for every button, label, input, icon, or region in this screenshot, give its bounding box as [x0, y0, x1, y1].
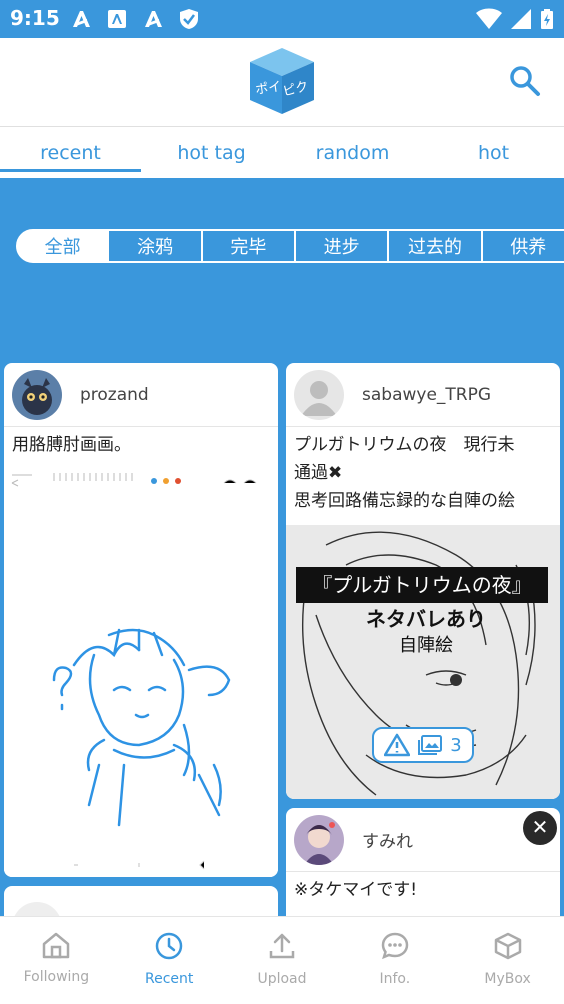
signal-icon — [511, 9, 531, 29]
status-bar: 9:15 — [0, 0, 564, 38]
category-finished[interactable]: 完毕 — [202, 229, 296, 263]
post-card[interactable]: sabawye_TRPG プルガトリウムの夜 現行未 通過✖ 思考回路備忘録的な… — [286, 363, 560, 799]
post-username[interactable]: prozand — [80, 385, 149, 405]
app-notification-icon — [70, 8, 92, 30]
caption-line: プルガトリウムの夜 現行未 — [294, 435, 515, 455]
nav-label: Info. — [379, 971, 411, 987]
nav-label: MyBox — [484, 971, 531, 987]
app-notification-icon-3 — [142, 8, 164, 30]
post-username[interactable]: すみれ — [362, 827, 413, 852]
nav-info[interactable]: Info. — [338, 917, 451, 1004]
caption-line: 思考回路備忘録的な自陣の絵 — [294, 491, 515, 511]
status-time: 9:15 — [10, 6, 60, 30]
category-past[interactable]: 过去的 — [389, 229, 483, 263]
post-username[interactable]: sabawye_TRPG — [362, 385, 491, 405]
clock-icon — [155, 932, 183, 960]
nav-following[interactable]: Following — [0, 917, 113, 1004]
chat-icon — [381, 932, 409, 960]
post-caption: 用胳膊肘画画。 — [12, 435, 131, 455]
image-title-banner: 『プルガトリウムの夜』 — [296, 567, 548, 603]
post-header: すみれ — [286, 808, 560, 872]
search-icon — [510, 66, 540, 96]
warning-icon — [384, 733, 411, 757]
category-all[interactable]: 全部 — [16, 229, 110, 263]
notification-icons — [70, 8, 200, 30]
app-notification-icon-2 — [106, 8, 128, 30]
avatar[interactable] — [294, 814, 344, 865]
tab-hot[interactable]: hot — [423, 127, 564, 178]
caption-line: 通過✖ — [294, 463, 343, 483]
image-subtitle-2: 自陣絵 — [399, 635, 453, 656]
close-icon: ✕ — [531, 815, 549, 839]
images-icon — [418, 735, 443, 755]
wifi-icon — [476, 8, 502, 29]
tab-random[interactable]: random — [282, 127, 423, 178]
image-badge[interactable]: 3 — [372, 727, 474, 763]
upload-icon — [269, 933, 295, 959]
app-header: ポイ ピク — [0, 38, 564, 126]
category-offering[interactable]: 供养 — [482, 229, 564, 263]
nav-label: Recent — [145, 971, 194, 987]
post-card[interactable]: すみれ ※タケマイです! — [286, 808, 560, 928]
nav-upload[interactable]: Upload — [226, 917, 339, 1004]
nav-recent[interactable]: Recent — [113, 917, 226, 1004]
box-icon — [494, 932, 521, 960]
avatar[interactable] — [294, 369, 344, 420]
image-count: 3 — [450, 734, 462, 756]
category-doodle[interactable]: 涂鸦 — [109, 229, 203, 263]
post-header: sabawye_TRPG — [286, 363, 560, 427]
battery-icon — [541, 9, 553, 29]
post-image[interactable] — [4, 465, 278, 877]
post-caption: プルガトリウムの夜 現行未 通過✖ 思考回路備忘録的な自陣の絵 — [286, 427, 560, 519]
shield-check-icon — [178, 8, 200, 30]
tab-hot-tag[interactable]: hot tag — [141, 127, 282, 178]
search-button[interactable] — [508, 64, 542, 98]
category-filter: 全部 涂鸦 完毕 进步 过去的 供养 — [16, 229, 564, 263]
home-icon — [43, 932, 70, 959]
bottom-navigation: Following Recent Upload Info. MyBox — [0, 916, 564, 1004]
tab-recent[interactable]: recent — [0, 127, 141, 178]
post-header: prozand — [4, 363, 278, 427]
poipiku-logo[interactable]: ポイ ピク — [248, 46, 316, 116]
category-progress[interactable]: 进步 — [296, 229, 390, 263]
post-image[interactable]: 『プルガトリウムの夜』 ネタバレあり 自陣絵 3 — [286, 525, 560, 799]
nav-label: Following — [23, 969, 90, 985]
nav-label: Upload — [257, 971, 307, 987]
close-button[interactable]: ✕ — [523, 811, 557, 845]
post-card[interactable]: prozand 用胳膊肘画画。 — [4, 363, 278, 877]
nav-mybox[interactable]: MyBox — [451, 917, 564, 1004]
feed-tabs: recent hot tag random hot — [0, 126, 564, 178]
post-caption: ※タケマイです! — [294, 880, 418, 900]
image-subtitle: ネタバレあり — [366, 607, 486, 631]
avatar[interactable] — [12, 369, 62, 420]
